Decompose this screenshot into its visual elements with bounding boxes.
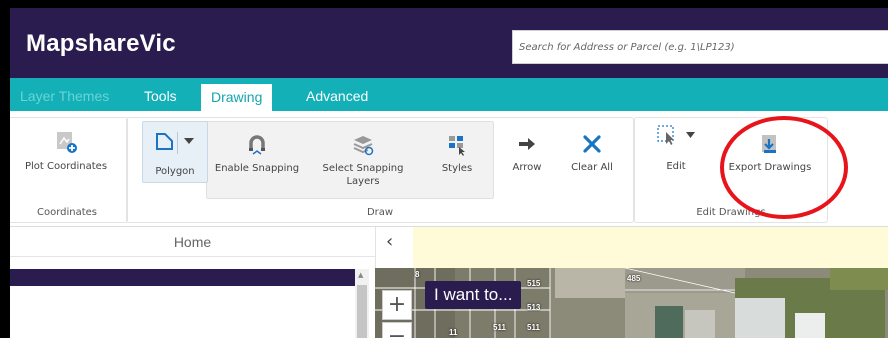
close-icon — [583, 135, 601, 153]
edit-drawings-group-label: Edit Drawings — [696, 207, 766, 218]
side-panel: Home ▲ — [10, 227, 375, 338]
polygon-button[interactable]: Polygon — [142, 121, 208, 183]
scroll-up-icon[interactable]: ▲ — [358, 271, 363, 279]
styles-label: Styles — [441, 163, 473, 174]
edit-button[interactable]: Edit — [646, 123, 706, 173]
tab-tools[interactable]: Tools — [134, 83, 187, 111]
select-snapping-layers-button[interactable]: Select Snapping Layers — [311, 134, 415, 188]
tab-layer-themes[interactable]: Layer Themes — [10, 83, 119, 111]
parcel-label: 11 — [449, 328, 458, 337]
polygon-icon — [156, 133, 173, 150]
clear-all-label: Clear All — [571, 162, 613, 173]
search-box[interactable] — [512, 30, 888, 64]
home-tab[interactable]: Home — [10, 227, 375, 257]
drawing-ribbon: Plot Coordinates Coordinates Draw Enable… — [10, 111, 888, 227]
ribbon-tab-bar: Layer Themes Tools Drawing Advanced — [10, 78, 888, 112]
chevron-left-icon[interactable]: ‹ — [386, 231, 393, 252]
arrow-right-icon — [519, 138, 535, 150]
i-want-to-button[interactable]: I want to... — [425, 281, 522, 309]
enable-snapping-button[interactable]: Enable Snapping — [211, 134, 303, 175]
search-input[interactable] — [513, 31, 888, 63]
scrollbar-thumb[interactable] — [357, 285, 367, 338]
select-snapping-layers-label: Select Snapping Layers — [322, 163, 404, 187]
export-icon — [762, 135, 776, 153]
parcel-label: 485 — [627, 274, 641, 283]
arrow-label: Arrow — [512, 162, 542, 173]
tab-advanced[interactable]: Advanced — [296, 83, 378, 111]
chevron-down-icon[interactable] — [685, 131, 696, 139]
snapping-subpanel: Enable Snapping Select Snapping Layers S… — [206, 121, 494, 199]
app-header: MapshareVic — [10, 8, 888, 78]
edit-label: Edit — [666, 161, 686, 172]
plot-coordinates-button[interactable]: Plot Coordinates — [10, 130, 125, 173]
layers-icon — [353, 136, 374, 156]
tab-drawing[interactable]: Drawing — [200, 83, 274, 112]
app-window: MapshareVic Layer Themes Tools Drawing A… — [10, 8, 888, 338]
notice-bar — [413, 227, 888, 268]
parcel-label: 511 — [493, 323, 506, 332]
app-title: MapshareVic — [26, 30, 176, 57]
parcel-label: 8 — [415, 270, 420, 279]
enable-snapping-label: Enable Snapping — [214, 163, 300, 174]
select-edit-icon — [657, 125, 674, 145]
magnet-icon — [249, 135, 265, 155]
export-drawings-button[interactable]: Export Drawings — [720, 133, 820, 174]
plot-coordinates-icon — [57, 132, 77, 153]
chevron-down-icon[interactable] — [183, 136, 195, 146]
coordinates-group: Plot Coordinates Coordinates — [10, 117, 128, 223]
parcel-label: 513 — [527, 303, 541, 312]
styles-button[interactable]: Styles — [429, 134, 485, 175]
export-drawings-label: Export Drawings — [728, 162, 812, 173]
zoom-out-button[interactable]: − — [382, 322, 412, 338]
styles-icon — [449, 136, 465, 156]
plot-coordinates-label: Plot Coordinates — [24, 161, 108, 172]
draw-group-label: Draw — [366, 207, 394, 218]
zoom-in-button[interactable]: + — [382, 290, 412, 320]
parcel-label: 515 — [527, 279, 541, 288]
map-view[interactable]: + − I want to... 8 515 485 513 511 511 1… — [375, 268, 888, 338]
parcel-label: 511 — [527, 323, 540, 332]
clear-all-button[interactable]: Clear All — [562, 133, 622, 174]
polygon-label: Polygon — [155, 166, 195, 177]
arrow-button[interactable]: Arrow — [502, 133, 552, 174]
coordinates-group-label: Coordinates — [36, 207, 98, 218]
panel-header-bar — [10, 269, 355, 286]
panel-scrollbar[interactable]: ▲ — [355, 269, 369, 338]
